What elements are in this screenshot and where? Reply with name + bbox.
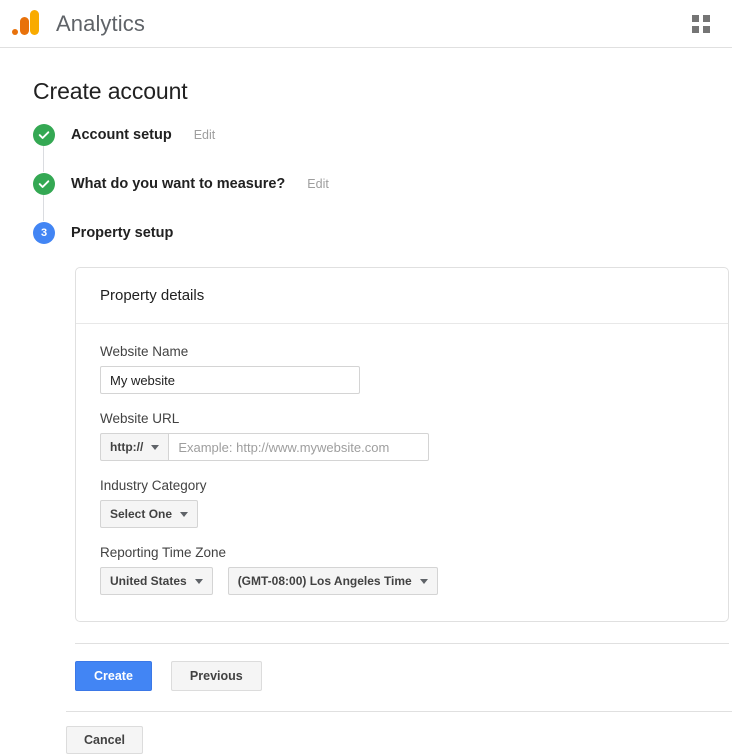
website-url-label: Website URL [100, 411, 180, 426]
app-header: Analytics [0, 0, 732, 48]
industry-category-value: Select One [110, 507, 173, 521]
edit-link-account-setup[interactable]: Edit [194, 128, 216, 142]
create-button[interactable]: Create [75, 661, 152, 691]
brand[interactable]: Analytics [0, 8, 145, 40]
page-content: Create account Account setup Edit What d… [0, 78, 732, 754]
website-url-input[interactable] [169, 433, 430, 461]
step-number-badge: 3 [33, 222, 55, 244]
check-icon [33, 124, 55, 146]
step-connector [43, 194, 44, 221]
time-zone-row: United States (GMT-08:00) Los Angeles Ti… [100, 567, 704, 595]
stepper: Account setup Edit What do you want to m… [33, 123, 732, 245]
time-zone-value: (GMT-08:00) Los Angeles Time [237, 574, 412, 588]
website-url-row: http:// [100, 433, 704, 461]
time-zone-country-select[interactable]: United States [100, 567, 213, 595]
chevron-down-icon [151, 444, 160, 450]
page-footer: Cancel [66, 726, 732, 754]
footer-divider [66, 711, 732, 712]
stepper-step-label: What do you want to measure? [71, 176, 286, 192]
time-zone-select[interactable]: (GMT-08:00) Los Angeles Time [227, 567, 438, 595]
field-reporting-time-zone: Reporting Time Zone United States (GMT-0… [100, 545, 704, 595]
stepper-step-label: Account setup [71, 127, 172, 143]
protocol-select-value: http:// [110, 440, 144, 454]
apps-grid-icon[interactable] [690, 13, 714, 37]
actions-divider [75, 643, 729, 644]
chevron-down-icon [180, 511, 189, 517]
stepper-step-label: Property setup [71, 225, 174, 241]
step-connector [43, 145, 44, 172]
industry-category-label: Industry Category [100, 478, 207, 493]
website-name-input[interactable] [100, 366, 360, 394]
reporting-time-zone-label: Reporting Time Zone [100, 545, 227, 560]
field-website-url: Website URL http:// [100, 411, 704, 461]
cancel-button[interactable]: Cancel [66, 726, 143, 754]
website-name-label: Website Name [100, 344, 189, 359]
chevron-down-icon [194, 578, 203, 584]
check-icon [33, 173, 55, 195]
protocol-select[interactable]: http:// [100, 433, 170, 461]
field-industry-category: Industry Category Select One [100, 478, 704, 528]
form-actions: Create Previous [75, 661, 732, 691]
time-zone-country-value: United States [110, 574, 187, 588]
card-title: Property details [100, 287, 205, 304]
field-website-name: Website Name [100, 344, 704, 394]
previous-button[interactable]: Previous [170, 661, 262, 691]
step-number: 3 [40, 226, 48, 239]
card-header: Property details [76, 268, 728, 324]
google-analytics-logo-icon [10, 8, 42, 40]
card-body: Website Name Website URL http:// Industr… [76, 324, 728, 621]
property-details-card: Property details Website Name Website UR… [75, 267, 729, 622]
stepper-step-property-setup: 3 Property setup [33, 221, 732, 245]
stepper-step-account-setup[interactable]: Account setup Edit [33, 123, 732, 172]
page-title: Create account [33, 78, 188, 104]
chevron-down-icon [419, 578, 428, 584]
app-title: Analytics [56, 10, 145, 36]
stepper-step-what-to-measure[interactable]: What do you want to measure? Edit [33, 172, 732, 221]
edit-link-what-to-measure[interactable]: Edit [307, 177, 329, 191]
industry-category-select[interactable]: Select One [100, 500, 199, 528]
